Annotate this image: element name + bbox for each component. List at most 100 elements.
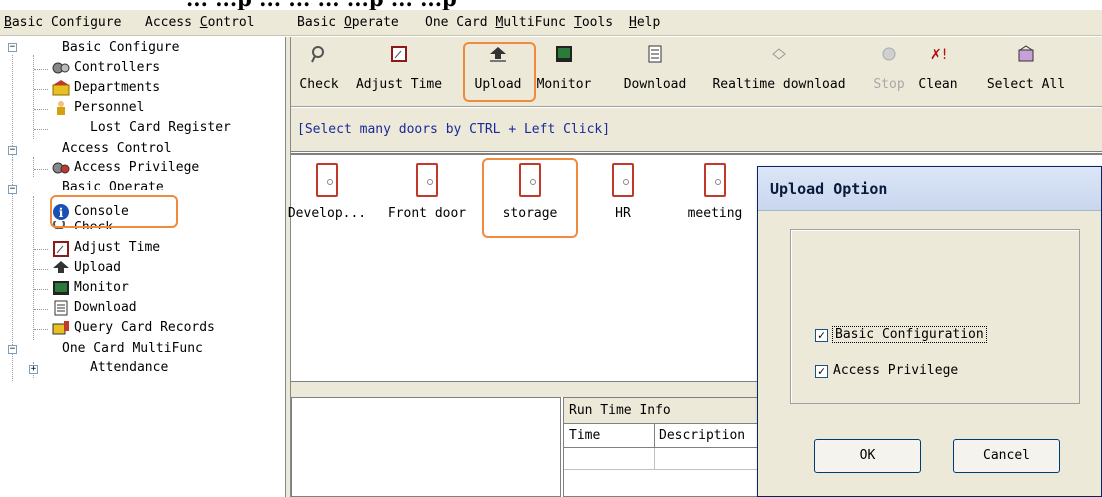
- clean-button[interactable]: ✗! Clean: [913, 37, 963, 107]
- run-time-info-title: Run Time Info: [569, 403, 671, 418]
- menu-access-control[interactable]: Access Control: [145, 15, 255, 30]
- departments-icon: [52, 80, 70, 96]
- door-item[interactable]: Front door: [387, 163, 467, 221]
- tree-basic-operate[interactable]: Basic Operate: [62, 179, 164, 190]
- realtime-download-icon: [770, 45, 788, 63]
- stop-icon: [880, 45, 898, 63]
- clean-label: Clean: [918, 77, 958, 92]
- column-time[interactable]: Time: [569, 428, 600, 443]
- door-item[interactable]: meeting: [675, 163, 755, 221]
- upload-icon: [52, 260, 70, 276]
- personnel-icon: [52, 100, 70, 116]
- check-button[interactable]: Check: [297, 37, 341, 107]
- adjust-time-button[interactable]: Adjust Time: [343, 37, 455, 107]
- dialog-title-bar[interactable]: Upload Option: [758, 167, 1101, 211]
- monitor-icon: [555, 45, 573, 63]
- collapse-icon[interactable]: −: [8, 185, 17, 194]
- tree-connector: [34, 309, 48, 310]
- hint-bar: [Select many doors by CTRL + Left Click]: [291, 108, 1102, 152]
- tree-connector: [33, 196, 34, 340]
- tree-lost-card-register[interactable]: Lost Card Register: [90, 119, 231, 137]
- stop-button[interactable]: Stop: [869, 37, 909, 107]
- bottom-left-panel: [291, 397, 561, 497]
- door-label: storage: [502, 206, 558, 221]
- upload-option-dialog: Upload Option ✓ Basic Configuration ✓ Ac…: [757, 166, 1102, 497]
- controllers-icon: [52, 60, 70, 76]
- menu-one-card-multifunc[interactable]: One Card MultiFunc: [425, 15, 566, 30]
- menu-basic-operate[interactable]: Basic Operate: [297, 15, 399, 30]
- door-label: meeting: [687, 206, 743, 221]
- tree-access-privilege[interactable]: Access Privilege: [74, 159, 199, 177]
- basic-configuration-label: Basic Configuration: [832, 326, 987, 343]
- door-icon: [704, 163, 726, 197]
- access-privilege-label: Access Privilege: [833, 363, 959, 378]
- checkbox-check-icon: ✓: [815, 365, 828, 378]
- column-divider: [654, 448, 655, 470]
- run-time-info-header: Run Time Info: [564, 398, 762, 424]
- collapse-icon[interactable]: −: [8, 146, 17, 155]
- tree-connector: [34, 249, 48, 250]
- tree-connector: [34, 129, 48, 130]
- run-time-info-columns: Time Description: [564, 424, 762, 448]
- menu-help[interactable]: Help: [629, 15, 660, 30]
- tree-basic-configure[interactable]: Basic Configure: [62, 39, 179, 57]
- download-label: Download: [623, 77, 687, 92]
- realtime-download-label: Realtime download: [712, 77, 846, 92]
- tree-connector: [34, 89, 48, 90]
- run-time-info-panel: Run Time Info Time Description: [563, 397, 763, 497]
- stop-label: Stop: [873, 77, 905, 92]
- tree-departments[interactable]: Departments: [74, 79, 160, 97]
- tree-controllers[interactable]: Controllers: [74, 59, 160, 77]
- download-button[interactable]: Download: [613, 37, 697, 107]
- expand-icon[interactable]: +: [29, 365, 38, 374]
- menu-tools[interactable]: Tools: [574, 15, 613, 30]
- door-item[interactable]: storage: [490, 163, 570, 221]
- tree-upload[interactable]: Upload: [74, 259, 121, 277]
- tree-connector: [34, 289, 48, 290]
- tree-attendance[interactable]: Attendance: [90, 359, 168, 377]
- tree-adjust-time[interactable]: Adjust Time: [74, 239, 160, 257]
- tree-query-card-records[interactable]: Query Card Records: [74, 319, 215, 337]
- tree-personnel[interactable]: Personnel: [74, 99, 144, 117]
- top-strip-text: ... ...p ... ... ... ...p ... ...p: [186, 0, 457, 10]
- tree-connector: [34, 329, 48, 330]
- check-label: Check: [299, 77, 339, 92]
- select-all-button[interactable]: Select All: [981, 37, 1071, 107]
- door-item[interactable]: HR: [583, 163, 663, 221]
- ok-button[interactable]: OK: [814, 439, 921, 473]
- door-icon: [316, 163, 338, 197]
- tree-one-card-multifunc[interactable]: One Card MultiFunc: [62, 340, 203, 358]
- download-icon: [52, 300, 70, 316]
- tree-connector: [12, 55, 13, 158]
- collapse-icon[interactable]: −: [8, 43, 17, 52]
- realtime-download-button[interactable]: Realtime download: [701, 37, 857, 107]
- column-description[interactable]: Description: [659, 428, 745, 443]
- door-item[interactable]: Develop...: [287, 163, 367, 221]
- tree-check[interactable]: Check: [74, 219, 113, 229]
- door-label: Front door: [387, 206, 467, 221]
- cancel-button[interactable]: Cancel: [953, 439, 1060, 473]
- collapse-icon[interactable]: −: [8, 345, 17, 354]
- monitor-button[interactable]: Monitor: [535, 37, 593, 107]
- check-icon: [52, 221, 70, 229]
- door-icon: [519, 163, 541, 197]
- dialog-title: Upload Option: [770, 180, 888, 198]
- tree-connector: [33, 157, 34, 177]
- clean-icon: ✗!: [929, 45, 947, 63]
- toolbar: Check Adjust Time Upload Monitor Downloa…: [291, 37, 1102, 107]
- upload-icon: [489, 45, 507, 63]
- select-all-label: Select All: [986, 77, 1066, 92]
- navigation-tree: − Basic Configure Controllers Department…: [0, 37, 285, 497]
- download-icon: [646, 45, 664, 63]
- menu-bar: Basic Configure Access Control Basic Ope…: [0, 10, 1102, 36]
- door-icon: [416, 163, 438, 197]
- tree-connector: [34, 269, 48, 270]
- tree-download[interactable]: Download: [74, 299, 137, 317]
- select-all-icon: [1017, 45, 1035, 63]
- tree-monitor[interactable]: Monitor: [74, 279, 129, 297]
- menu-basic-configure[interactable]: Basic Configure: [4, 15, 121, 30]
- upload-button[interactable]: Upload: [471, 37, 525, 107]
- checkbox-check-icon: ✓: [815, 329, 828, 342]
- tree-access-control[interactable]: Access Control: [62, 140, 172, 158]
- svg-text:i: i: [59, 206, 64, 220]
